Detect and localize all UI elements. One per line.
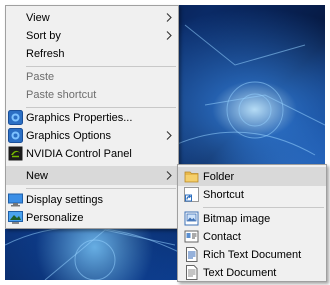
personalize-icon [8,210,23,225]
rich-text-icon [184,247,199,262]
nvidia-icon [8,146,23,161]
menu-item-paste-shortcut: Paste shortcut [6,85,178,104]
menu-item-label: Graphics Properties... [26,111,133,124]
menu-separator [203,207,324,208]
submenu-item-folder[interactable]: Folder [178,167,326,186]
menu-item-label: View [26,11,50,24]
intel-graphics-icon [8,110,23,125]
new-submenu: Folder Shortcut Bitmap image Contact Ric… [177,164,327,282]
contact-icon [184,229,199,244]
submenu-item-label: Contact [203,230,241,243]
display-icon [8,192,23,207]
submenu-item-text-document[interactable]: Text Document [178,263,326,282]
menu-item-label: Refresh [26,47,65,60]
menu-separator [26,188,176,189]
menu-item-personalize[interactable]: Personalize [6,208,178,227]
menu-item-nvidia-control-panel[interactable]: NVIDIA Control Panel [6,144,178,163]
submenu-item-contact[interactable]: Contact [178,227,326,246]
submenu-item-shortcut[interactable]: Shortcut [178,185,326,204]
submenu-item-label: Text Document [203,266,277,279]
menu-item-sort-by[interactable]: Sort by [6,26,178,45]
menu-item-refresh[interactable]: Refresh [6,44,178,63]
intel-graphics-icon [8,128,23,143]
menu-item-display-settings[interactable]: Display settings [6,190,178,209]
menu-item-label: Personalize [26,211,84,224]
chevron-right-icon [165,26,173,45]
chevron-right-icon [165,166,173,185]
text-document-icon [184,265,199,280]
desktop-context-menu: View Sort by Refresh Paste Paste shortcu… [5,5,179,229]
shortcut-icon [184,187,199,202]
menu-item-label: Graphics Options [26,129,111,142]
submenu-item-label: Bitmap image [203,212,271,225]
submenu-item-label: Rich Text Document [203,248,302,261]
menu-item-paste: Paste [6,67,178,86]
submenu-item-label: Folder [203,170,235,183]
menu-item-graphics-properties[interactable]: Graphics Properties... [6,108,178,127]
menu-item-label: Paste shortcut [26,88,97,101]
submenu-item-label: Shortcut [203,188,244,201]
folder-icon [184,169,199,184]
menu-item-graphics-options[interactable]: Graphics Options [6,126,178,145]
menu-item-new[interactable]: New [6,166,178,185]
menu-item-label: Sort by [26,29,61,42]
menu-item-label: Display settings [26,193,104,206]
submenu-item-bitmap-image[interactable]: Bitmap image [178,209,326,228]
chevron-right-icon [165,8,173,27]
menu-item-label: New [26,169,49,182]
bitmap-icon [184,211,199,226]
menu-item-label: Paste [26,70,55,83]
menu-item-view[interactable]: View [6,8,178,27]
submenu-item-rich-text-document[interactable]: Rich Text Document [178,245,326,264]
chevron-right-icon [165,126,173,145]
menu-item-label: NVIDIA Control Panel [26,147,132,160]
